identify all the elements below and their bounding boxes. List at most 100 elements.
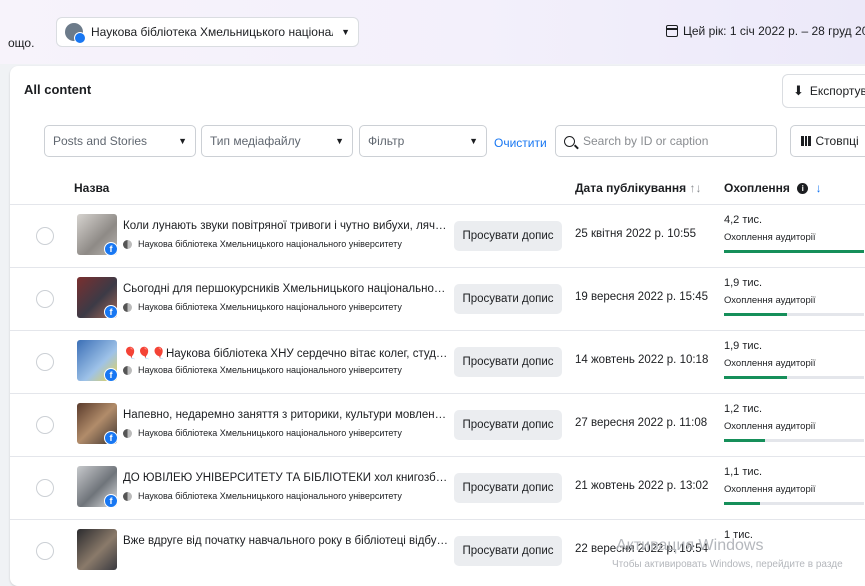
- media-type-value: Тип медіафайлу: [210, 134, 301, 148]
- reach-value: 1,9 тис.: [724, 340, 763, 352]
- card-title: All content: [24, 82, 92, 97]
- post-type-dropdown[interactable]: Posts and Stories ▼: [44, 125, 196, 157]
- info-icon[interactable]: i: [797, 183, 809, 195]
- publish-date: 25 квітня 2022 р. 10:55: [575, 228, 697, 240]
- date-range-picker[interactable]: Цей рік: 1 січ 2022 р. – 28 груд 2022: [666, 24, 865, 38]
- post-caption[interactable]: Напевно, недаремно заняття з риторики, к…: [123, 409, 448, 421]
- reach-value: 4,2 тис.: [724, 214, 763, 226]
- windows-activation-hint: Чтобы активировать Windows, перейдите в …: [612, 559, 843, 570]
- page-selector-label: Наукова бібліотека Хмельницького націона…: [91, 25, 333, 39]
- search-icon: [564, 135, 575, 147]
- export-button[interactable]: ⬇ Експортува: [782, 74, 865, 108]
- table-row[interactable]: f Сьогодні для першокурсників Хмельницьк…: [10, 267, 865, 331]
- export-label: Експортува: [809, 84, 865, 98]
- post-caption[interactable]: 🎈🎈🎈Наукова бібліотека ХНУ сердечно вітає…: [123, 346, 448, 360]
- column-header-reach-label: Охоплення: [724, 181, 790, 195]
- table-row[interactable]: f 🎈🎈🎈Наукова бібліотека ХНУ сердечно віт…: [10, 330, 865, 394]
- row-select-radio[interactable]: [36, 479, 54, 497]
- columns-label: Стовпці: [815, 134, 859, 148]
- table-row[interactable]: f ДО ЮВІЛЕЮ УНІВЕРСИТЕТУ ТА БІБЛІОТЕКИ х…: [10, 456, 865, 520]
- promote-post-button[interactable]: Просувати допис: [454, 284, 562, 314]
- column-header-date-label: Дата публікування: [575, 181, 687, 195]
- post-page-name: Наукова бібліотека Хмельницького націона…: [123, 239, 402, 249]
- post-caption[interactable]: Коли лунають звуки повітряної тривоги і …: [123, 220, 448, 232]
- post-thumbnail: f: [77, 466, 117, 507]
- post-caption[interactable]: ДО ЮВІЛЕЮ УНІВЕРСИТЕТУ ТА БІБЛІОТЕКИ хол…: [123, 472, 448, 484]
- facebook-icon: f: [104, 242, 117, 255]
- facebook-icon: f: [104, 431, 117, 444]
- reach-bar: [724, 376, 864, 379]
- post-page-name-text: Наукова бібліотека Хмельницького націона…: [138, 491, 402, 501]
- facebook-badge-icon: [74, 32, 86, 44]
- reach-value: 1,1 тис.: [724, 466, 763, 478]
- promote-post-button[interactable]: Просувати допис: [454, 347, 562, 377]
- post-caption[interactable]: Сьогодні для першокурсників Хмельницьког…: [123, 283, 448, 295]
- reach-label: Охоплення аудиторії: [724, 358, 816, 369]
- page-avatar-icon: [123, 365, 132, 375]
- windows-activation-watermark: Активация Windows: [616, 537, 764, 554]
- reach-label: Охоплення аудиторії: [724, 295, 816, 306]
- reach-label: Охоплення аудиторії: [724, 232, 816, 243]
- reach-bar-fill: [724, 439, 765, 442]
- post-page-name-text: Наукова бібліотека Хмельницького націона…: [138, 302, 402, 312]
- row-select-radio[interactable]: [36, 416, 54, 434]
- facebook-icon: f: [104, 368, 117, 381]
- post-page-name: Наукова бібліотека Хмельницького націона…: [123, 428, 402, 438]
- promote-post-button[interactable]: Просувати допис: [454, 536, 562, 566]
- page-selector[interactable]: Наукова бібліотека Хмельницького націона…: [56, 17, 359, 47]
- reach-bar: [724, 250, 864, 253]
- post-caption[interactable]: Вже вдруге від початку навчального року …: [123, 535, 448, 547]
- post-page-name-text: Наукова бібліотека Хмельницького націона…: [138, 239, 402, 249]
- search-input[interactable]: [581, 133, 765, 149]
- columns-button[interactable]: Стовпці: [790, 125, 865, 157]
- publish-date: 19 вересня 2022 р. 15:45: [575, 291, 709, 303]
- reach-label: Охоплення аудиторії: [724, 421, 816, 432]
- chevron-down-icon: ▼: [341, 27, 350, 37]
- table-row[interactable]: f Коли лунають звуки повітряної тривоги …: [10, 204, 865, 268]
- reach-bar-fill: [724, 376, 787, 379]
- chevron-down-icon: ▼: [469, 136, 478, 146]
- promote-post-button[interactable]: Просувати допис: [454, 473, 562, 503]
- reach-value: 1,2 тис.: [724, 403, 763, 415]
- media-type-dropdown[interactable]: Тип медіафайлу ▼: [201, 125, 353, 157]
- search-box[interactable]: [555, 125, 777, 157]
- calendar-icon: [666, 25, 678, 37]
- sort-icon: ↑↓: [689, 181, 702, 195]
- top-bar: ощо. Наукова бібліотека Хмельницького на…: [0, 0, 865, 64]
- post-page-name: Наукова бібліотека Хмельницького націона…: [123, 302, 402, 312]
- row-select-radio[interactable]: [36, 353, 54, 371]
- post-thumbnail: f: [77, 214, 117, 255]
- filter-value: Фільтр: [368, 134, 405, 148]
- reach-bar-fill: [724, 250, 864, 253]
- publish-date: 21 жовтень 2022 р. 13:02: [575, 480, 709, 492]
- chevron-down-icon: ▼: [178, 136, 187, 146]
- post-type-value: Posts and Stories: [53, 134, 148, 148]
- reach-bar: [724, 313, 864, 316]
- publish-date: 27 вересня 2022 р. 11:08: [575, 417, 708, 429]
- promote-post-button[interactable]: Просувати допис: [454, 221, 562, 251]
- reach-value: 1,9 тис.: [724, 277, 763, 289]
- date-range-label: Цей рік: 1 січ 2022 р. – 28 груд 2022: [683, 24, 865, 38]
- post-page-name-text: Наукова бібліотека Хмельницького націона…: [138, 428, 402, 438]
- post-thumbnail: [77, 529, 117, 570]
- post-page-name: Наукова бібліотека Хмельницького націона…: [123, 491, 402, 501]
- row-select-radio[interactable]: [36, 227, 54, 245]
- post-page-name: Наукова бібліотека Хмельницького націона…: [123, 365, 402, 375]
- sort-down-icon: ↓: [815, 181, 822, 195]
- table-row[interactable]: f Напевно, недаремно заняття з риторики,…: [10, 393, 865, 457]
- reach-bar: [724, 439, 864, 442]
- row-select-radio[interactable]: [36, 542, 54, 560]
- download-icon: ⬇: [793, 83, 804, 98]
- column-header-name: Назва: [74, 181, 110, 195]
- post-page-name-text: Наукова бібліотека Хмельницького націона…: [138, 365, 402, 375]
- post-thumbnail: f: [77, 277, 117, 318]
- promote-post-button[interactable]: Просувати допис: [454, 410, 562, 440]
- columns-icon: [801, 136, 811, 146]
- row-select-radio[interactable]: [36, 290, 54, 308]
- clear-filters-link[interactable]: Очистити: [494, 136, 547, 150]
- filter-dropdown[interactable]: Фільтр ▼: [359, 125, 487, 157]
- column-header-reach[interactable]: Охоплення i ↓: [724, 181, 822, 195]
- post-thumbnail: f: [77, 403, 117, 444]
- column-header-date[interactable]: Дата публікування ↑↓: [575, 181, 702, 195]
- reach-label: Охоплення аудиторії: [724, 484, 816, 495]
